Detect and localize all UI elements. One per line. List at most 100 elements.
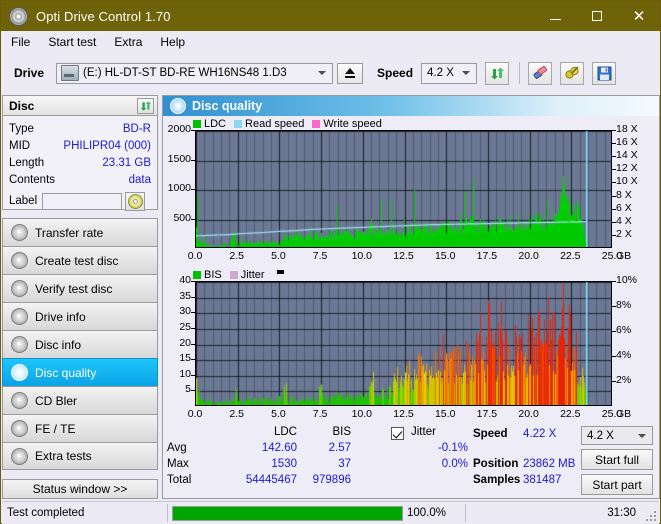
- sidebar-item-verify-test-disc[interactable]: Verify test disc: [2, 274, 158, 302]
- disc-type-label: Type: [9, 122, 34, 135]
- y2-tick-mark: [612, 381, 616, 382]
- y2-tick-label: 12 X: [616, 162, 638, 175]
- sidebar-item-label: Transfer rate: [35, 225, 104, 240]
- x-tick-label: 0.0: [187, 250, 203, 262]
- x-axis-unit: GB: [616, 408, 632, 420]
- erase-button[interactable]: [528, 61, 553, 85]
- sidebar-item-label: Disc info: [35, 337, 82, 352]
- disc-type-value: BD-R: [122, 122, 151, 135]
- sidebar-item-label: Drive info: [35, 309, 86, 324]
- disc-row-type: Type BD-R: [9, 120, 151, 137]
- sidebar-item-disc-info[interactable]: Disc info: [2, 330, 158, 358]
- speed-select-value: 4.2 X: [427, 67, 454, 79]
- y-tick-mark: [191, 375, 195, 376]
- menu-file[interactable]: File: [2, 33, 39, 51]
- disc-label-input[interactable]: [42, 192, 123, 210]
- y2-tick-mark: [612, 130, 616, 131]
- jitter-checkbox[interactable]: [391, 427, 404, 440]
- disc-icon: [11, 252, 28, 269]
- left-column: Disc Type BD-R MID PHILIPR04 (000) Lengt…: [2, 95, 160, 499]
- disc-icon: [11, 336, 28, 353]
- sidebar-item-transfer-rate[interactable]: Transfer rate: [2, 218, 158, 246]
- y-tick-mark: [191, 189, 195, 190]
- refresh-button[interactable]: [485, 61, 510, 85]
- sidebar-item-create-test-disc[interactable]: Create test disc: [2, 246, 158, 274]
- status-bar: Test completed 100.0% 31:30: [2, 501, 659, 524]
- progress-percent: 100.0%: [407, 507, 447, 519]
- x-tick-label: 5.0: [271, 250, 286, 262]
- sidebar-item-fe-te[interactable]: FE / TE: [2, 414, 158, 442]
- y2-tick-mark: [612, 182, 616, 183]
- disc-quality-icon: [170, 98, 186, 114]
- save-button[interactable]: [592, 61, 617, 85]
- legend-label-write-speed: Write speed: [323, 117, 382, 130]
- disc-icon: [11, 308, 28, 325]
- sidebar-item-extra-tests[interactable]: Extra tests: [2, 442, 158, 470]
- disc-refresh-button[interactable]: [137, 97, 154, 114]
- disc-label-row: Label: [9, 190, 151, 212]
- window-controls: ✕: [534, 1, 660, 31]
- menu-extra[interactable]: Extra: [105, 33, 151, 51]
- speed-readout-label: Speed: [473, 428, 508, 440]
- stats-row-label-total: Total: [167, 474, 192, 486]
- disc-icon: [11, 224, 28, 241]
- x-tick-label: 20.0: [518, 408, 539, 420]
- sidebar-nav: Transfer rate Create test disc Verify te…: [2, 218, 158, 470]
- settings-button[interactable]: [560, 61, 585, 85]
- disc-panel-title: Disc: [9, 98, 35, 113]
- speed-select[interactable]: 4.2 X: [421, 62, 478, 84]
- bis-plot-area[interactable]: [195, 281, 612, 406]
- disc-icon: [11, 447, 28, 465]
- minimize-button[interactable]: [534, 1, 576, 31]
- status-message: Test completed: [7, 507, 85, 519]
- sidebar-item-disc-quality[interactable]: Disc quality: [2, 358, 158, 386]
- x-tick-label: 2.5: [229, 250, 244, 262]
- y2-tick-label: 10%: [616, 274, 638, 286]
- legend-swatch-read-speed: [234, 119, 243, 128]
- x-tick-label: 0.0: [187, 408, 203, 420]
- sidebar-item-drive-info[interactable]: Drive info: [2, 302, 158, 330]
- start-part-button[interactable]: Start part: [581, 474, 653, 495]
- disc-label-button[interactable]: [125, 191, 146, 211]
- menu-start-test[interactable]: Start test: [39, 33, 105, 51]
- disc-icon: [11, 420, 28, 437]
- y-tick-mark: [191, 130, 195, 131]
- stats-total-bis: 979896: [312, 474, 351, 486]
- start-full-button[interactable]: Start full: [581, 449, 653, 470]
- test-speed-select[interactable]: 4.2 X: [581, 426, 653, 445]
- y2-tick-label: 10 X: [616, 175, 638, 188]
- sidebar-item-cd-bler[interactable]: CD Bler: [2, 386, 158, 414]
- y-tick-mark: [191, 312, 195, 313]
- disc-length-value: 23.31 GB: [102, 156, 151, 169]
- title-bar: Opti Drive Control 1.70 ✕: [1, 1, 660, 31]
- drive-select[interactable]: (E:) HL-DT-ST BD-RE WH16NS48 1.D3: [56, 62, 334, 84]
- close-button[interactable]: ✕: [618, 1, 660, 31]
- eject-button[interactable]: [337, 62, 364, 84]
- x-tick-label: 7.5: [312, 408, 328, 420]
- drive-label: Drive: [14, 66, 45, 80]
- x-tick-label: 17.5: [476, 250, 498, 262]
- stats-avg-ldc: 142.60: [261, 442, 297, 454]
- disc-mid-value: PHILIPR04 (000): [63, 139, 151, 152]
- menu-help[interactable]: Help: [151, 33, 194, 51]
- drive-icon: [61, 65, 80, 81]
- disc-row-mid: MID PHILIPR04 (000): [9, 137, 151, 154]
- y2-tick-mark: [612, 235, 616, 236]
- ldc-plot-area[interactable]: [195, 130, 612, 248]
- maximize-button[interactable]: [576, 1, 618, 31]
- y2-tick-label: 18 X: [616, 123, 638, 135]
- y2-tick-mark: [612, 169, 616, 170]
- ldc-chart-legend: LDC Read speed Write speed: [163, 117, 390, 130]
- legend-swatch-write-speed: [312, 119, 321, 128]
- status-window-button[interactable]: Status window >>: [2, 479, 158, 499]
- drive-select-value: (E:) HL-DT-ST BD-RE WH16NS48 1.D3: [83, 67, 287, 79]
- y2-tick-label: 6%: [616, 324, 632, 336]
- disc-contents-value: data: [128, 173, 151, 186]
- resize-grip[interactable]: [646, 511, 656, 521]
- y2-tick-label: 16 X: [616, 136, 638, 149]
- stats-max-bis: 37: [338, 458, 351, 470]
- y-tick-mark: [191, 344, 195, 345]
- elapsed-time: 31:30: [607, 507, 636, 519]
- app-icon: [9, 6, 28, 26]
- y2-tick-mark: [612, 209, 616, 210]
